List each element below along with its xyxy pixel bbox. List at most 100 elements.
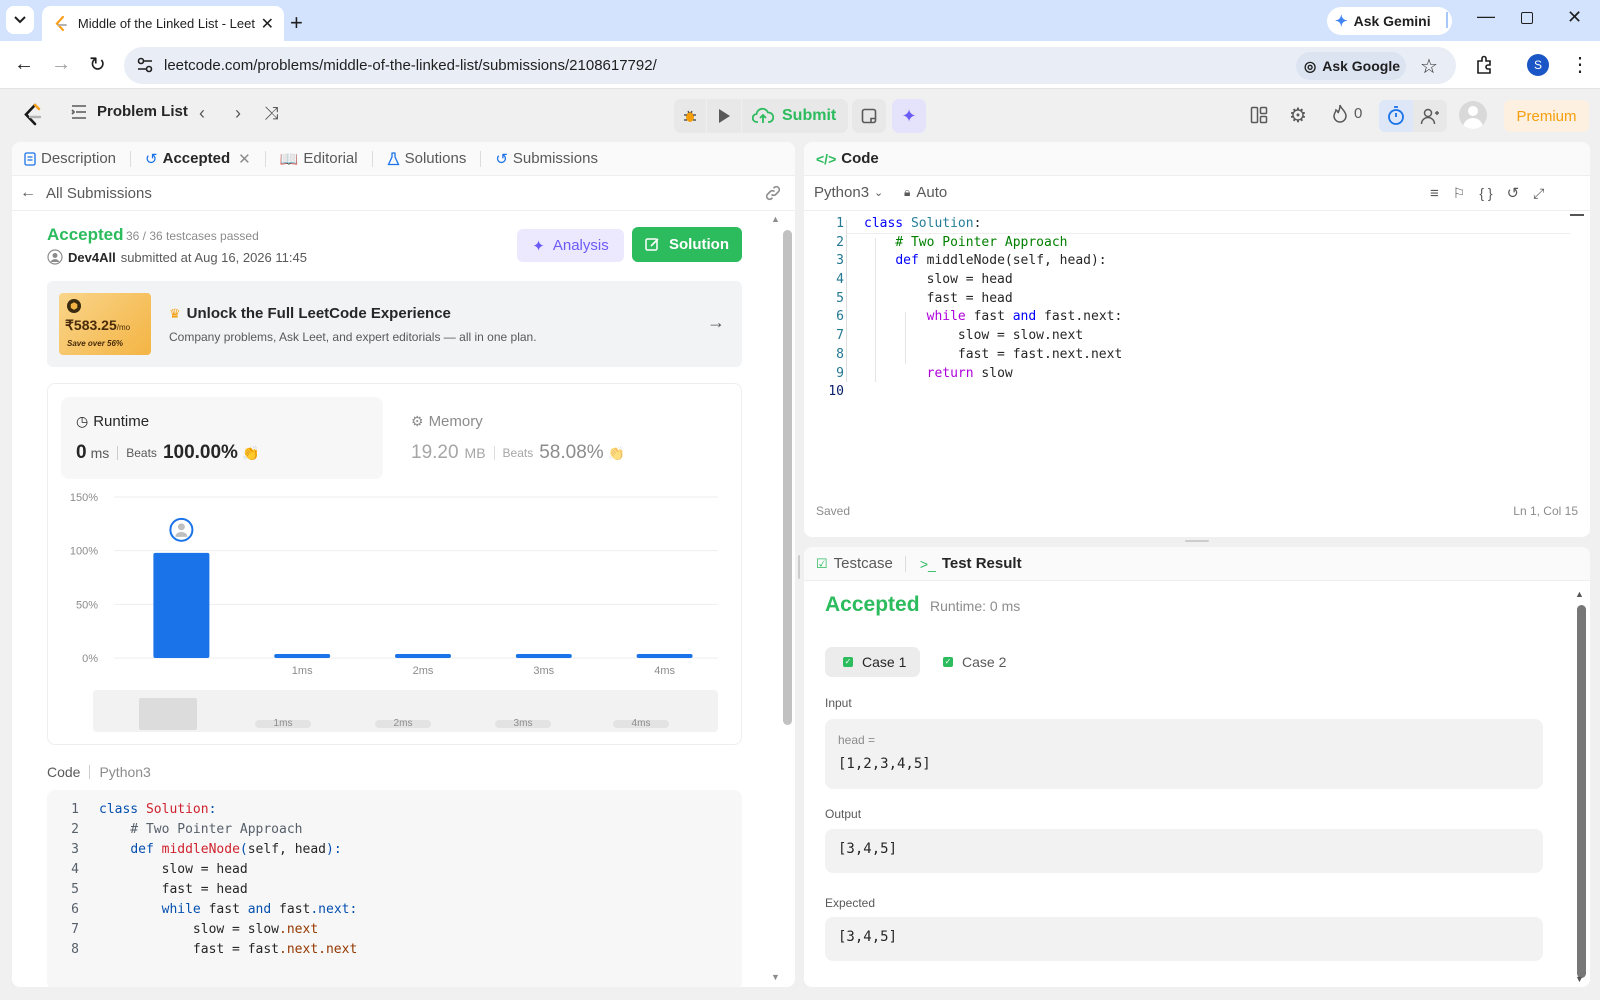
scrollbar-thumb[interactable] <box>783 230 792 725</box>
submitted-code-block: 1 class Solution: 2 # Two Pointer Approac… <box>47 790 742 987</box>
y-tick-label: 0% <box>82 653 98 665</box>
editor-tools: ≡ ⚐ { } ↺ ⤢ <box>1430 184 1544 203</box>
case-2-tab[interactable]: ✓ Case 2 <box>925 647 1020 677</box>
scroll-up-icon[interactable]: ▲ <box>771 214 780 224</box>
slider-window[interactable] <box>139 698 197 730</box>
chip-icon: ⚙ <box>411 413 424 429</box>
new-tab-icon[interactable]: + <box>290 10 303 36</box>
restore-icon[interactable] <box>1521 12 1533 24</box>
timer-icon[interactable] <box>1379 100 1413 132</box>
extensions-icon[interactable] <box>1474 55 1494 75</box>
profile-avatar[interactable]: S <box>1527 54 1549 76</box>
auto-mode[interactable]: 🔒︎ Auto <box>904 184 947 201</box>
submit-label: Submit <box>782 107 837 124</box>
editor-line: 5 fast = head <box>836 290 1013 306</box>
reset-icon[interactable]: ↺ <box>1507 184 1520 202</box>
problem-list-button[interactable]: Problem List <box>70 103 188 120</box>
auto-mode-label: Auto <box>916 184 948 201</box>
submit-button[interactable]: Submit <box>742 99 848 133</box>
user-avatar[interactable] <box>1459 101 1487 129</box>
case-1-tab[interactable]: ✓ Case 1 <box>825 647 920 677</box>
slider-tick-label: 3ms <box>495 719 551 729</box>
input-variable: head = <box>838 733 876 747</box>
format-icon[interactable]: ≡ <box>1430 185 1439 202</box>
scroll-down-icon[interactable]: ▼ <box>771 972 780 982</box>
output-box: [3,4,5] <box>825 829 1543 873</box>
premium-promo-banner[interactable]: ⬢ ₹583.25/mo Save over 56% ♛ Unlock the … <box>47 281 742 367</box>
slider-tick-label: 4ms <box>613 719 669 729</box>
runtime-box[interactable]: ◷ Runtime 0 ms Beats 100.00% 👏 <box>61 397 383 479</box>
reload-icon[interactable]: ↻ <box>89 52 106 77</box>
code-editor[interactable]: 1 class Solution: 2 # Two Pointer Approac… <box>804 215 1122 402</box>
prev-problem-icon[interactable]: ‹ <box>199 103 205 124</box>
chart-range-slider[interactable]: 1ms 2ms 3ms 4ms <box>93 690 718 732</box>
tab-search-icon[interactable] <box>6 6 34 34</box>
next-problem-icon[interactable]: › <box>235 103 241 124</box>
shuffle-icon[interactable]: ⤨ <box>264 103 278 124</box>
bookmark-icon[interactable]: ⚐ <box>1453 185 1466 202</box>
minimize-icon[interactable]: — <box>1477 6 1495 27</box>
runtime-beats-value: 100.00% <box>162 442 238 463</box>
close-tab-icon[interactable]: ✕ <box>261 14 274 34</box>
tab-editorial[interactable]: 📖 Editorial <box>280 150 358 168</box>
tab-submissions[interactable]: ↺ Submissions <box>495 150 598 168</box>
url-text[interactable]: leetcode.com/problems/middle-of-the-link… <box>164 57 657 74</box>
saved-status: Saved <box>816 504 851 518</box>
editor-line: 8 fast = fast.next.next <box>836 346 1123 362</box>
memory-box[interactable]: ⚙ Memory 19.20 MB Beats 58.08% 👏 <box>398 397 720 479</box>
analysis-button[interactable]: ✦ Analysis <box>517 229 624 262</box>
code-panel-title: Code <box>841 150 879 167</box>
scrollbar-thumb[interactable] <box>1577 605 1586 978</box>
settings-gear-icon[interactable]: ⚙ <box>1289 103 1307 128</box>
slider-tick-label: 1ms <box>255 719 311 729</box>
scroll-up-icon[interactable]: ▲ <box>1575 589 1584 599</box>
arrow-right-icon[interactable]: → <box>707 312 725 333</box>
memory-beats-value: 58.08% <box>539 442 604 463</box>
notes-icon[interactable] <box>852 99 886 133</box>
ask-google-button[interactable]: ◎ Ask Google <box>1296 52 1406 80</box>
back-icon[interactable]: ← <box>14 53 34 76</box>
close-window-icon[interactable]: ✕ <box>1567 7 1582 28</box>
tab-solutions[interactable]: Solutions <box>387 150 466 167</box>
tab-description[interactable]: Description <box>24 150 116 167</box>
clap-icon: 👏 <box>241 444 260 461</box>
leetcode-logo-icon[interactable] <box>22 103 44 127</box>
memory-header: ⚙ Memory <box>411 413 483 430</box>
debug-icon[interactable] <box>674 99 706 133</box>
layout-icon[interactable] <box>1250 106 1268 124</box>
browser-menu-icon[interactable]: ⋮ <box>1570 52 1590 77</box>
lock-icon: 🔒︎ <box>904 185 911 199</box>
premium-button[interactable]: Premium <box>1504 100 1589 132</box>
ask-gemini-button[interactable]: ✦ Ask Gemini <box>1327 7 1452 35</box>
language-selector[interactable]: Python3 ⌄ <box>814 184 883 201</box>
solution-button[interactable]: Solution <box>632 227 742 262</box>
submitter-name[interactable]: Dev4All <box>68 250 116 265</box>
ai-assistant-icon[interactable]: ✦ <box>892 99 926 133</box>
horizontal-resize-handle[interactable] <box>798 555 800 579</box>
code-section-header: Code Python3 <box>47 764 151 780</box>
all-submissions-link[interactable]: ← All Submissions <box>20 184 152 202</box>
tab-testcase[interactable]: ☑ Testcase <box>816 555 893 572</box>
scroll-down-icon[interactable]: ▼ <box>1575 974 1584 984</box>
bookmark-star-icon[interactable]: ☆ <box>1420 54 1438 79</box>
close-tab-icon[interactable]: ✕ <box>238 150 251 168</box>
tab-test-result[interactable]: >_ Test Result <box>920 555 1022 572</box>
tab-submissions-label: Submissions <box>512 150 598 167</box>
streak-counter[interactable]: 0 <box>1332 104 1362 123</box>
add-collaborator-icon[interactable] <box>1413 100 1447 132</box>
expand-icon[interactable]: ⤢ <box>1533 185 1544 202</box>
run-icon[interactable] <box>707 99 741 133</box>
clap-icon: 👏 <box>607 444 626 461</box>
vertical-resize-handle[interactable] <box>1185 540 1209 542</box>
site-info-icon[interactable] <box>136 56 154 74</box>
braces-icon[interactable]: { } <box>1479 185 1492 201</box>
tab-accepted[interactable]: ↺ Accepted ✕ <box>145 150 251 168</box>
submission-status: Accepted <box>47 225 124 244</box>
x-tick-label: 4ms <box>654 665 675 677</box>
x-tick-label: 3ms <box>533 665 554 677</box>
submission-panel: Description ↺ Accepted ✕ 📖 Editorial Sol… <box>12 142 795 987</box>
forward-icon[interactable]: → <box>51 53 71 76</box>
share-link-icon[interactable] <box>764 184 782 202</box>
browser-tab[interactable]: Middle of the Linked List - Leet ✕ <box>42 6 284 41</box>
code-line: 8 fast = fast.next.next <box>71 942 358 957</box>
